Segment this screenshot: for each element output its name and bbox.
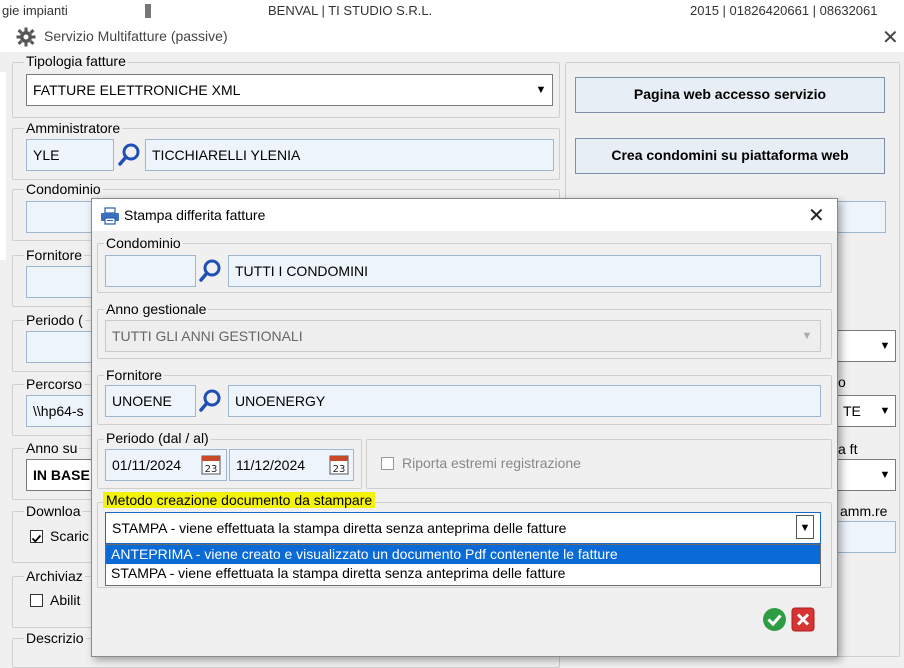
amministratore-code: YLE: [33, 147, 60, 163]
chevron-down-icon[interactable]: ▼: [796, 322, 818, 350]
percorso-value: \\hp64-s: [33, 403, 84, 419]
search-icon[interactable]: [197, 386, 225, 416]
dlg-anno-value: TUTTI GLI ANNI GESTIONALI: [112, 328, 303, 344]
search-icon[interactable]: [116, 140, 144, 170]
metodo-select[interactable]: STAMPA - viene effettuata la stampa dire…: [105, 512, 821, 544]
riporta-checkbox-label: Riporta estremi registrazione: [402, 455, 581, 471]
riporta-checkbox[interactable]: [381, 457, 394, 470]
right-select-2-value: TE: [843, 403, 861, 419]
metodo-dropdown-list: ANTEPRIMA - viene creato e visualizzato …: [105, 544, 821, 586]
dlg-fornitore-code-field[interactable]: UNOENE: [105, 385, 196, 417]
gear-icon: [15, 26, 37, 48]
download-label: Downloa: [24, 503, 83, 519]
right-label-ft: a ft: [836, 441, 860, 457]
background-window-strip: gie impianti BENVAL | TI STUDIO S.R.L. 2…: [0, 0, 904, 22]
crea-condomini-button[interactable]: Crea condomini su piattaforma web: [575, 138, 885, 174]
date-from-value: 01/11/2024: [112, 457, 182, 473]
periodo-label: Periodo (: [24, 312, 85, 328]
dlg-metodo-label: Metodo creazione documento da stampare: [103, 492, 376, 508]
calendar-icon[interactable]: 23: [201, 453, 221, 475]
metodo-selected-value: STAMPA - viene effettuata la stampa dire…: [112, 520, 567, 536]
dlg-fornitore-name-field[interactable]: UNOENERGY: [228, 385, 821, 417]
amministratore-label: Amministratore: [24, 120, 123, 136]
tipologia-select[interactable]: FATTURE ELETTRONICHE XML: [26, 74, 553, 106]
download-checkbox[interactable]: [30, 530, 43, 543]
amministratore-code-field[interactable]: YLE: [26, 139, 114, 171]
date-to-value: 11/12/2024: [236, 457, 306, 473]
cancel-button[interactable]: [791, 607, 815, 632]
tipologia-value: FATTURE ELETTRONICHE XML: [33, 82, 241, 98]
chevron-down-icon[interactable]: ▼: [874, 397, 896, 425]
dlg-periodo-label: Periodo (dal / al): [104, 430, 211, 446]
percorso-label: Percorso: [24, 376, 85, 392]
ok-button[interactable]: [762, 607, 787, 632]
svg-text:23: 23: [205, 464, 218, 475]
dlg-fornitore-code: UNOENE: [112, 393, 172, 409]
dlg-condominio-code-field[interactable]: [105, 255, 196, 287]
background-window-edge: [0, 72, 6, 260]
tipologia-label: Tipologia fatture: [24, 53, 128, 69]
search-icon[interactable]: [197, 256, 225, 286]
chevron-down-icon[interactable]: ▼: [530, 76, 552, 104]
dropdown-option[interactable]: ANTEPRIMA - viene creato e visualizzato …: [106, 545, 820, 564]
amministratore-name: TICCHIARELLI YLENIA: [152, 147, 301, 163]
amministratore-name-field[interactable]: TICCHIARELLI YLENIA: [145, 139, 554, 171]
dlg-anno-label: Anno gestionale: [104, 301, 209, 317]
dlg-fornitore-label: Fornitore: [104, 367, 165, 383]
dlg-condominio-name: TUTTI I CONDOMINI: [235, 263, 368, 279]
dlg-condominio-name-field[interactable]: TUTTI I CONDOMINI: [228, 255, 821, 287]
condominio-label: Condominio: [24, 181, 103, 197]
stampa-dialog: Stampa differita fatture ✕ Condominio TU…: [91, 198, 838, 657]
strip-separator: [145, 4, 151, 18]
right-field-amm[interactable]: [836, 521, 896, 553]
anno-label: Anno su: [24, 440, 80, 456]
download-checkbox-label: Scaric: [50, 528, 89, 544]
dlg-fornitore-name: UNOENERGY: [235, 393, 326, 409]
dlg-condominio-label: Condominio: [104, 235, 183, 251]
dialog-title: Stampa differita fatture: [124, 207, 266, 223]
dropdown-option[interactable]: STAMPA - viene effettuata la stampa dire…: [106, 564, 820, 583]
right-label-amm: amm.re: [838, 503, 890, 519]
chevron-down-icon[interactable]: ▼: [796, 515, 814, 539]
strip-middle-text: BENVAL | TI STUDIO S.R.L.: [268, 3, 433, 18]
fornitore-label: Fornitore: [24, 247, 85, 263]
strip-left-text: gie impianti: [2, 3, 68, 18]
archivia-label: Archiviaz: [24, 568, 85, 584]
strip-right-text: 2015 | 01826420661 | 08632061: [690, 3, 878, 18]
dialog-close-button[interactable]: ✕: [808, 206, 825, 226]
main-window-title: Servizio Multifatture (passive): [44, 28, 228, 44]
descrizione-label: Descrizio: [24, 630, 86, 646]
pagina-web-button[interactable]: Pagina web accesso servizio: [575, 77, 885, 113]
main-close-button[interactable]: ✕: [882, 28, 899, 48]
dlg-anno-select[interactable]: TUTTI GLI ANNI GESTIONALI: [105, 320, 821, 352]
archivia-checkbox[interactable]: [30, 594, 43, 607]
svg-text:23: 23: [333, 464, 346, 475]
right-field-1[interactable]: [836, 201, 886, 233]
chevron-down-icon[interactable]: ▼: [874, 461, 896, 489]
printer-icon: [100, 207, 120, 225]
archivia-checkbox-label: Abilit: [50, 592, 81, 608]
chevron-down-icon[interactable]: ▼: [874, 332, 896, 360]
anno-value: IN BASE: [33, 467, 90, 483]
calendar-icon[interactable]: 23: [329, 453, 349, 475]
